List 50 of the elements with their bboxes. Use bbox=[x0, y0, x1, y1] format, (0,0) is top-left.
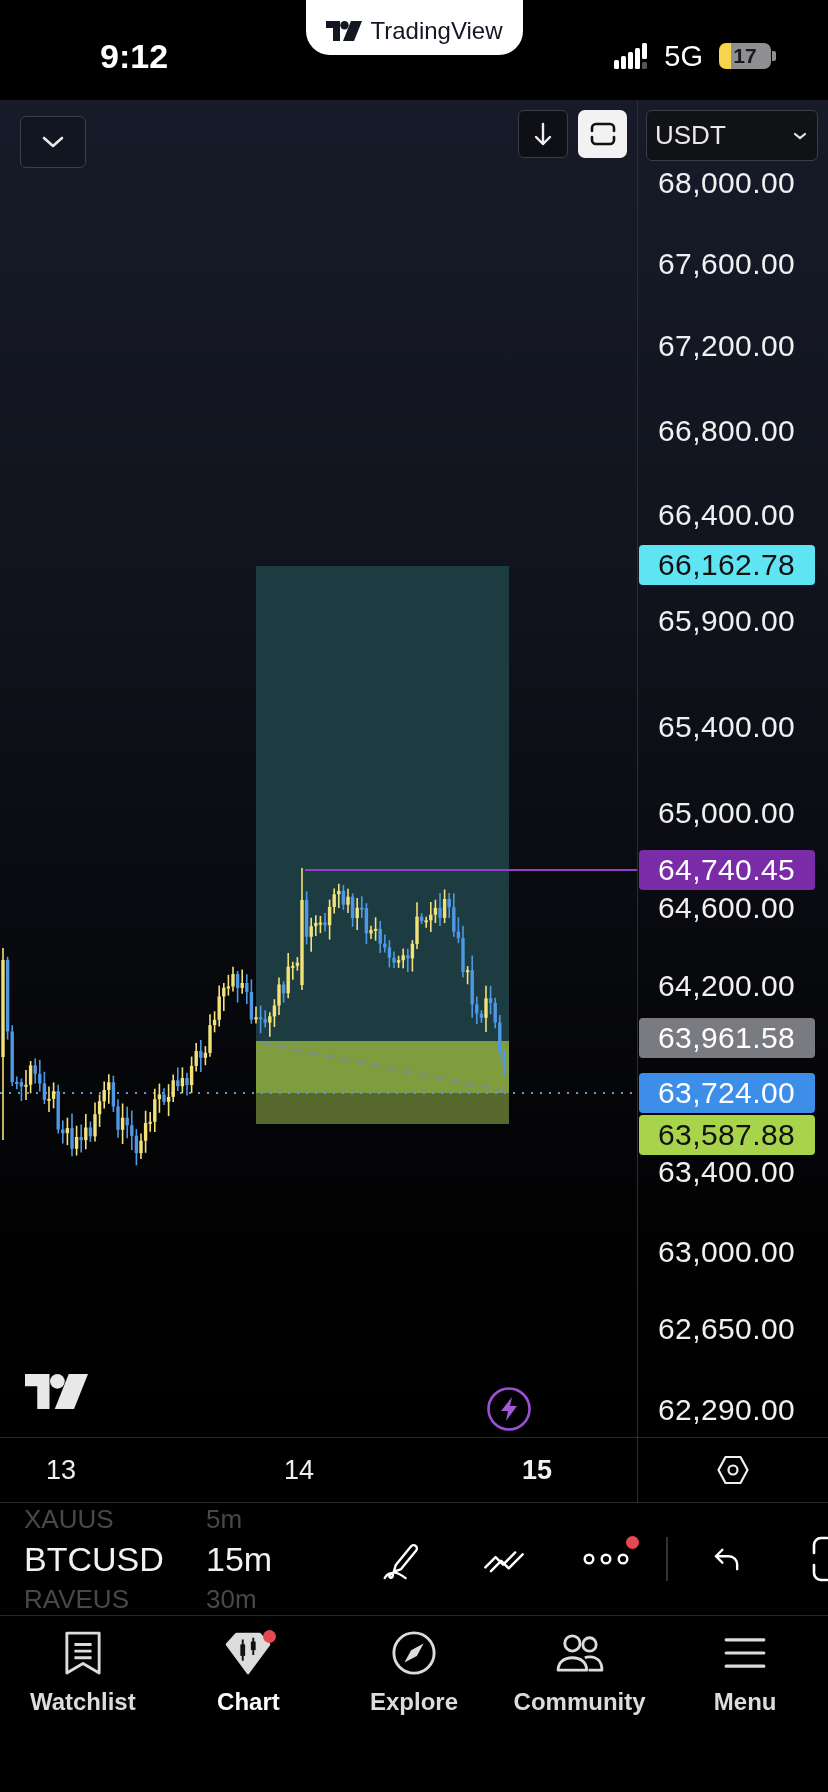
battery-indicator: 17 bbox=[719, 43, 776, 69]
price-tag: 63,961.58 bbox=[639, 1018, 815, 1058]
signal-icon bbox=[614, 43, 649, 69]
price-label: 67,600.00 bbox=[658, 249, 796, 279]
price-label: 65,900.00 bbox=[658, 606, 796, 636]
lightning-icon[interactable] bbox=[487, 1387, 531, 1431]
nav-tab[interactable]: Watchlist bbox=[0, 1628, 166, 1716]
time-label: 14 bbox=[282, 1453, 315, 1487]
price-tag: 66,162.78 bbox=[639, 545, 815, 585]
price-label: 64,600.00 bbox=[658, 893, 796, 923]
price-label: 65,000.00 bbox=[658, 798, 796, 828]
price-label: 67,200.00 bbox=[658, 331, 796, 361]
currency-select[interactable]: USDT bbox=[646, 110, 818, 161]
price-label: 68,000.00 bbox=[658, 168, 796, 198]
price-label: 65,400.00 bbox=[658, 712, 796, 742]
time-label: 13 bbox=[44, 1453, 77, 1487]
expand-button[interactable] bbox=[20, 116, 86, 168]
nav-tab[interactable]: Community bbox=[496, 1628, 663, 1716]
logo-icon bbox=[25, 1374, 88, 1409]
more-icon[interactable] bbox=[583, 1553, 629, 1565]
price-label: 66,400.00 bbox=[658, 500, 796, 530]
price-label: 64,200.00 bbox=[658, 971, 796, 1001]
price-tag: 63,587.88 bbox=[639, 1115, 815, 1155]
arrow-down-icon bbox=[534, 122, 552, 146]
status-time: 9:12 bbox=[100, 36, 169, 76]
nav-tab[interactable]: Menu bbox=[662, 1628, 828, 1716]
price-label: 62,650.00 bbox=[658, 1314, 796, 1344]
candles-diamond-icon bbox=[224, 1631, 273, 1675]
settings-icon[interactable] bbox=[717, 1455, 749, 1485]
network-label: 5G bbox=[664, 39, 703, 73]
app-name: TradingView bbox=[370, 15, 503, 46]
interval-option[interactable]: 15m bbox=[206, 1539, 326, 1579]
time-label: 15 bbox=[520, 1453, 553, 1487]
price-label: 62,290.00 bbox=[658, 1395, 796, 1425]
price-tag: 63,724.00 bbox=[639, 1073, 815, 1113]
screenshot-button[interactable] bbox=[578, 110, 627, 158]
caret-icon bbox=[793, 131, 807, 140]
undo-icon[interactable] bbox=[712, 1547, 741, 1571]
frame-icon bbox=[589, 122, 616, 146]
logo-icon bbox=[326, 20, 363, 41]
price-label: 63,000.00 bbox=[658, 1237, 796, 1267]
price-tag: 64,740.45 bbox=[639, 850, 815, 890]
nav-tab[interactable]: Explore bbox=[331, 1628, 497, 1716]
price-label: 63,400.00 bbox=[658, 1157, 796, 1187]
bracket-icon[interactable] bbox=[812, 1536, 828, 1582]
nav-tab[interactable]: Chart bbox=[165, 1628, 332, 1716]
chevron-down-icon bbox=[42, 136, 64, 148]
symbol-option[interactable]: BTCUSD bbox=[24, 1539, 206, 1579]
price-label: 66,800.00 bbox=[658, 416, 796, 446]
download-button[interactable] bbox=[518, 110, 568, 158]
